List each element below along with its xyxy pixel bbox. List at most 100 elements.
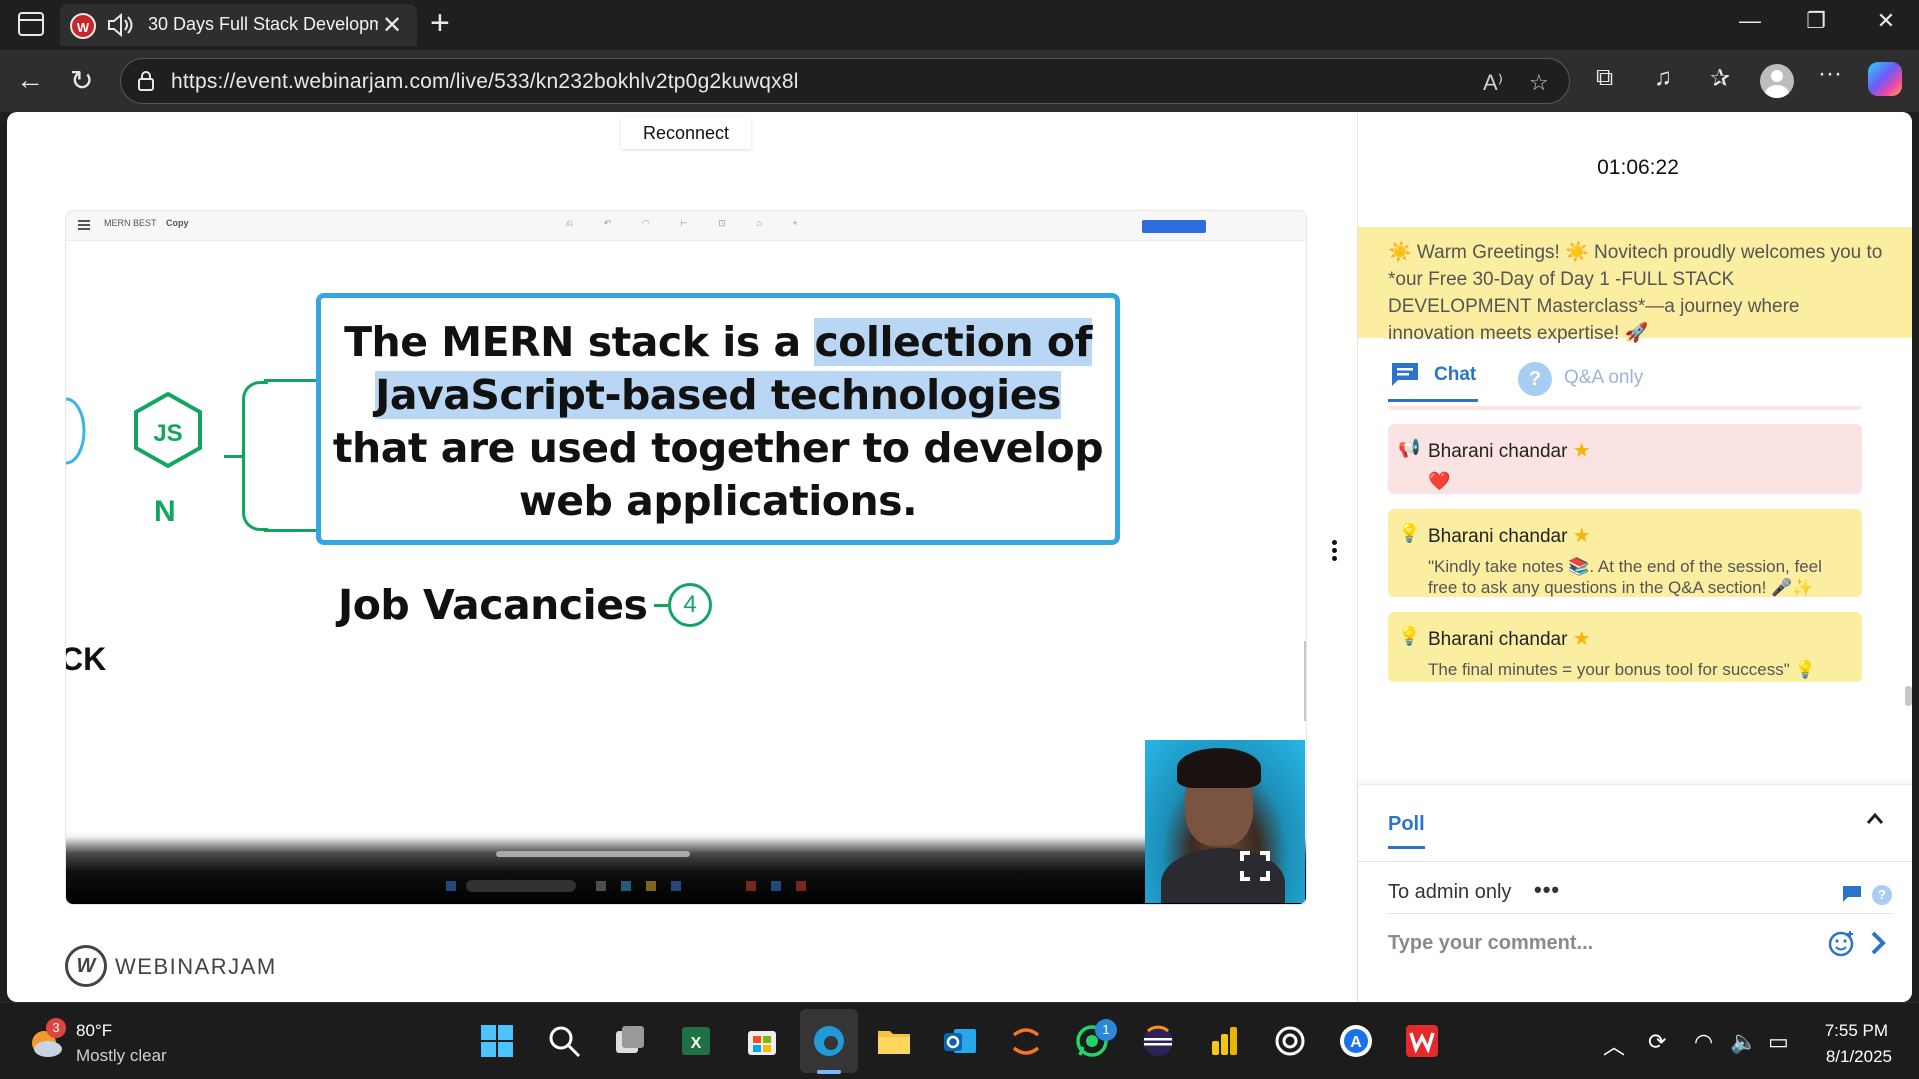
fullscreen-icon[interactable]: [1240, 851, 1270, 881]
clock-time[interactable]: 7:55 PM: [1788, 1021, 1888, 1041]
shared-screen-toolbar: MERN BEST Copy ⎌ ↶ ◠ ⊢ ⊡ ⌂ +: [66, 211, 1306, 241]
session-timer: 01:06:22: [1597, 156, 1679, 179]
job-connector-line: [654, 604, 668, 607]
reconnect-button[interactable]: Reconnect: [621, 117, 751, 149]
webinarjam-favicon-icon: W: [70, 13, 96, 39]
wifi-icon[interactable]: ◠: [1694, 1029, 1713, 1055]
tab-chat-label: Chat: [1434, 364, 1477, 385]
url-text[interactable]: https://event.webinarjam.com/live/533/kn…: [171, 70, 799, 94]
tab-title: 30 Days Full Stack Development: [148, 14, 378, 34]
restore-icon[interactable]: ❐: [1796, 8, 1836, 34]
whatsapp-badge: 1: [1095, 1019, 1117, 1041]
refresh-icon[interactable]: ↻: [70, 64, 93, 97]
shared-horizontal-scrollbar: [496, 851, 690, 857]
more-options-icon[interactable]: [1332, 540, 1338, 564]
tab-qa-only[interactable]: Q&A only: [1564, 367, 1643, 389]
task-view-icon[interactable]: [610, 1021, 650, 1061]
shared-app-title: MERN BEST: [104, 218, 157, 228]
power-bi-icon[interactable]: [1204, 1021, 1244, 1061]
sync-icon[interactable]: ⟳: [1648, 1029, 1666, 1055]
comment-input[interactable]: [1388, 923, 1828, 963]
star-icon: ★: [1572, 628, 1591, 650]
chat-panel: 01:06:22 ☀️ Warm Greetings! ☀️ Novitech …: [1357, 112, 1912, 1002]
weather-description[interactable]: Mostly clear: [76, 1046, 167, 1066]
chevron-up-tray-icon[interactable]: ︿: [1603, 1029, 1625, 1061]
app-store-icon[interactable]: A: [1336, 1021, 1376, 1061]
slide-definition-box: The MERN stack is a collection of JavaSc…: [316, 293, 1120, 545]
chat-tabs: Chat ? Q&A only: [1358, 338, 1912, 402]
video-player[interactable]: MERN BEST Copy ⎌ ↶ ◠ ⊢ ⊡ ⌂ + JS N The ME…: [65, 210, 1307, 905]
greeting-banner: ☀️ Warm Greetings! ☀️ Novitech proudly w…: [1358, 227, 1912, 344]
chat-message: 💡 Bharani chandar ★ "Kindly take notes 📚…: [1388, 509, 1862, 597]
search-icon[interactable]: [544, 1021, 584, 1061]
tab-actions-icon[interactable]: [18, 12, 44, 36]
job-count-badge: 4: [668, 583, 712, 627]
edge-browser-icon[interactable]: [809, 1021, 849, 1061]
emoji-icon[interactable]: [1828, 929, 1856, 957]
chat-message: 💡 Bharani chandar ★ The final minutes = …: [1388, 612, 1862, 682]
svg-text:A: A: [1350, 1034, 1362, 1051]
message-author: Bharani chandar: [1428, 629, 1568, 650]
extensions-icon[interactable]: ⧉: [1596, 64, 1613, 92]
tree-branch-line: [224, 455, 244, 458]
outlook-icon[interactable]: [940, 1021, 980, 1061]
star-icon: ★: [1572, 440, 1591, 462]
question-icon[interactable]: ?: [1518, 362, 1552, 396]
weather-temperature[interactable]: 80°F: [76, 1021, 112, 1041]
chat-scrollbar[interactable]: [1905, 686, 1912, 706]
chat-mode-icon[interactable]: [1842, 885, 1862, 903]
hamburger-icon: [78, 220, 90, 230]
eclipse-icon[interactable]: [1138, 1021, 1178, 1061]
more-menu-icon[interactable]: ···: [1818, 60, 1842, 88]
new-tab-icon[interactable]: +: [430, 4, 450, 43]
battery-icon[interactable]: ▭: [1768, 1029, 1789, 1055]
profile-avatar[interactable]: [1760, 64, 1794, 98]
presenter-webcam: [1145, 740, 1305, 903]
nodejs-hex-icon: JS: [134, 391, 202, 469]
shared-tool-icons: ⎌ ↶ ◠ ⊢ ⊡ ⌂ +: [566, 218, 812, 228]
tab-chat[interactable]: Chat: [1388, 338, 1478, 402]
shared-screen-bottom: [66, 831, 1306, 904]
chat-messages[interactable]: 📢 Bharani chandar ★ ❤️ 💡 Bharani chandar…: [1358, 406, 1912, 776]
read-aloud-icon[interactable]: A⁾: [1483, 70, 1503, 96]
recipient-selector[interactable]: To admin only: [1388, 881, 1511, 904]
poll-section: Poll To admin only ••• ?: [1358, 784, 1912, 1002]
excel-icon[interactable]: X: [676, 1021, 716, 1061]
back-arrow-icon[interactable]: ←: [16, 64, 44, 96]
favorite-star-icon[interactable]: ☆: [1529, 70, 1549, 96]
chat-bubble-icon: [1392, 363, 1418, 386]
chevron-up-icon[interactable]: [1865, 809, 1885, 829]
megaphone-icon: 📢: [1398, 438, 1421, 458]
tab-close-icon[interactable]: ✕: [382, 11, 402, 40]
tree-top-line: [264, 379, 316, 382]
question-mode-icon[interactable]: ?: [1872, 885, 1892, 905]
message-author: Bharani chandar: [1428, 526, 1568, 547]
volume-icon[interactable]: 🔈: [1730, 1029, 1757, 1055]
send-arrow-icon[interactable]: [1868, 929, 1888, 957]
windows-start-icon[interactable]: [477, 1021, 517, 1061]
chatgpt-icon[interactable]: [1270, 1021, 1310, 1061]
media-control-icon[interactable]: ♫: [1654, 64, 1672, 92]
lightbulb-icon: 💡: [1398, 626, 1421, 646]
lock-icon[interactable]: [137, 71, 155, 91]
jupyter-icon[interactable]: [1006, 1021, 1046, 1061]
file-explorer-icon[interactable]: [874, 1021, 914, 1061]
copilot-icon[interactable]: [1868, 62, 1902, 96]
job-vacancies-label: Job Vacancies: [338, 581, 648, 629]
speaker-icon[interactable]: [106, 12, 134, 38]
more-dots-icon[interactable]: •••: [1534, 877, 1560, 903]
clock-date[interactable]: 8/1/2025: [1788, 1047, 1892, 1067]
tab-poll[interactable]: Poll: [1388, 813, 1425, 849]
message-body: The final minutes = your bonus tool for …: [1428, 660, 1816, 679]
js-label: JS: [153, 420, 182, 447]
wps-office-icon[interactable]: [1402, 1021, 1442, 1061]
favorites-icon[interactable]: ✰: [1710, 64, 1730, 93]
address-bar[interactable]: https://event.webinarjam.com/live/533/kn…: [120, 58, 1570, 104]
svg-text:X: X: [691, 1035, 702, 1052]
partial-label: CK: [66, 641, 107, 677]
shared-scrollbar: [1304, 641, 1306, 721]
microsoft-store-icon[interactable]: [742, 1021, 782, 1061]
minimize-icon[interactable]: —: [1730, 8, 1770, 34]
browser-tab[interactable]: W 30 Days Full Stack Development ✕: [60, 4, 417, 46]
close-window-icon[interactable]: ✕: [1866, 8, 1906, 34]
